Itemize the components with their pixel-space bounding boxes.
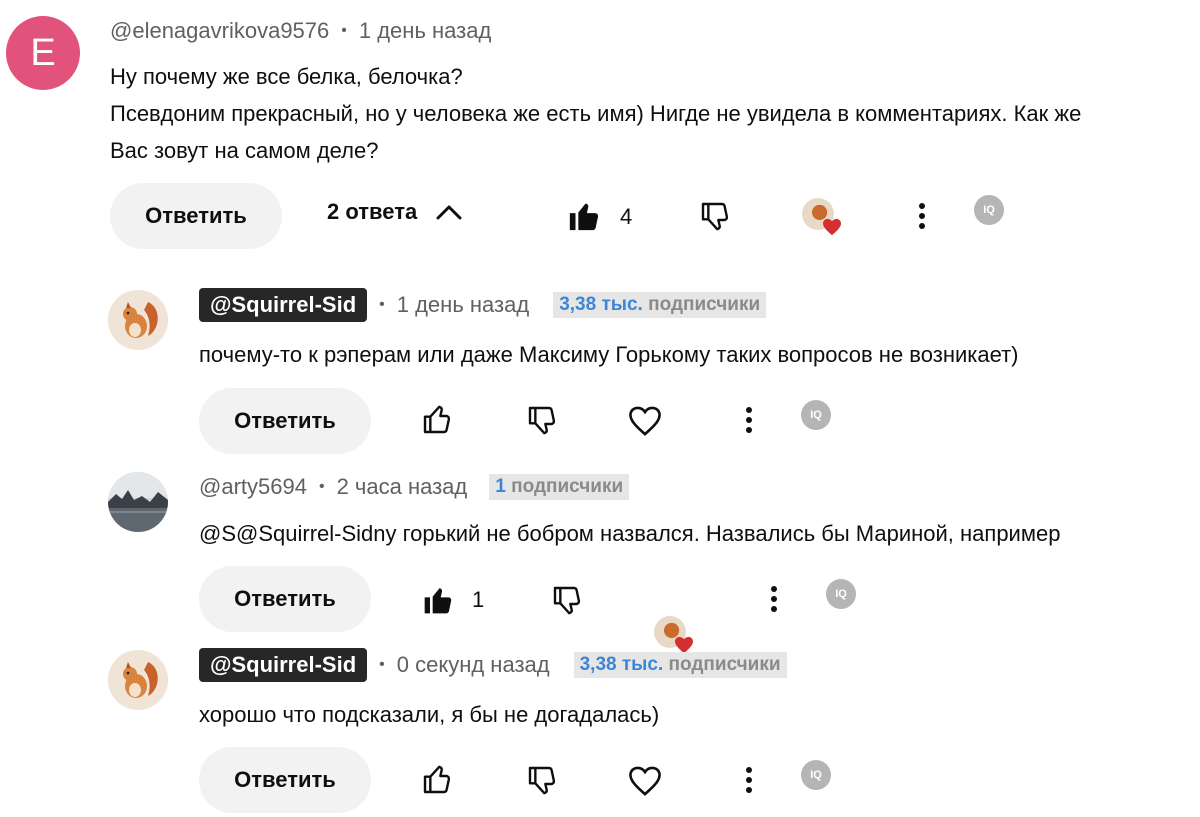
- chevron-up-icon: [435, 203, 463, 221]
- thumbs-up-outline-icon: [423, 765, 451, 794]
- author-handle-pill[interactable]: @Squirrel-Sid: [199, 288, 368, 322]
- reply-text: хорошо что подсказали, я бы не догадалас…: [199, 702, 660, 727]
- more-vert-icon: [746, 767, 752, 793]
- thumbs-up-filled-icon: [424, 588, 452, 614]
- thumbs-down-outline-icon: [528, 406, 556, 435]
- like-count: 1: [472, 587, 485, 612]
- creator-heart: [802, 198, 841, 236]
- heart-button[interactable]: [626, 403, 664, 439]
- reply-button[interactable]: Ответить: [110, 183, 282, 249]
- timestamp[interactable]: 1 день назад: [359, 18, 491, 44]
- dislike-button[interactable]: [524, 762, 560, 798]
- separator-dot: •: [379, 656, 385, 673]
- subscriber-badge: 3,38 тыс. подписчики: [573, 652, 787, 678]
- extension-iq-icon[interactable]: IQ: [974, 195, 1004, 225]
- timestamp[interactable]: 0 секунд назад: [397, 652, 550, 678]
- replies-toggle[interactable]: 2 ответа: [327, 199, 463, 225]
- comment-meta: @elenagavrikova9576 • 1 день назад: [110, 18, 491, 44]
- more-vert-icon: [919, 203, 925, 229]
- like-button[interactable]: [419, 762, 455, 798]
- subscriber-count: 3,38 тыс.: [559, 294, 643, 315]
- thumbs-down-outline-icon: [528, 766, 556, 795]
- reply-button-label: Ответить: [234, 767, 336, 792]
- more-vert-icon: [746, 407, 752, 433]
- author-handle[interactable]: @arty5694: [199, 474, 307, 500]
- timestamp[interactable]: 1 день назад: [397, 292, 529, 318]
- extension-iq-label: IQ: [810, 769, 822, 781]
- heart-button[interactable]: [626, 763, 664, 799]
- avatar[interactable]: E: [6, 16, 80, 90]
- subscriber-label: подписчики: [668, 654, 781, 675]
- thumbs-up-filled-icon: [569, 203, 599, 231]
- more-vert-icon: [771, 586, 777, 612]
- reply-button-label: Ответить: [234, 586, 336, 611]
- dislike-button[interactable]: [524, 402, 560, 438]
- author-handle[interactable]: @elenagavrikova9576: [110, 18, 329, 44]
- thumbs-up-outline-icon: [423, 405, 451, 434]
- subscriber-count: 1: [495, 476, 506, 497]
- reply-button[interactable]: Ответить: [199, 388, 371, 454]
- comment-line: Псевдоним прекрасный, но у человека же е…: [110, 101, 1082, 126]
- comment-line: Ну почему же все белка, белочка?: [110, 64, 463, 89]
- avatar-letter: E: [30, 31, 56, 74]
- more-actions-button[interactable]: [737, 764, 761, 796]
- reply-meta: @Squirrel-Sid • 1 день назад 3,38 тыс. п…: [199, 288, 767, 322]
- avatar[interactable]: [108, 650, 168, 710]
- timestamp[interactable]: 2 часа назад: [337, 474, 468, 500]
- squirrel-avatar-icon: [108, 290, 168, 350]
- heart-icon: [823, 218, 841, 236]
- subscriber-badge: 1 подписчики: [489, 474, 630, 500]
- comment-text: Ну почему же все белка, белочка? Псевдон…: [110, 58, 1081, 169]
- like-button[interactable]: [420, 582, 456, 618]
- reply-button[interactable]: Ответить: [199, 566, 371, 632]
- avatar[interactable]: [108, 290, 168, 350]
- subscriber-count: 3,38 тыс.: [579, 654, 664, 675]
- reply-button[interactable]: Ответить: [199, 747, 371, 813]
- extension-iq-icon[interactable]: IQ: [801, 760, 831, 790]
- like-button[interactable]: [419, 402, 455, 438]
- thumbs-down-outline-icon: [553, 586, 581, 615]
- like-button[interactable]: [566, 198, 602, 234]
- more-actions-button[interactable]: [910, 200, 934, 232]
- separator-dot: •: [318, 478, 325, 495]
- comment-line: Вас зовут на самом деле?: [110, 138, 379, 163]
- subscriber-label: подписчики: [648, 294, 761, 315]
- reply-button-label: Ответить: [145, 203, 247, 228]
- creator-heart: [654, 616, 693, 654]
- like-count: 4: [620, 204, 633, 229]
- dislike-button[interactable]: [549, 582, 585, 618]
- extension-iq-label: IQ: [835, 588, 847, 600]
- reply-meta: @Squirrel-Sid • 0 секунд назад 3,38 тыс.…: [199, 648, 787, 682]
- reply-meta: @arty5694 • 2 часа назад 1 подписчики: [199, 474, 630, 500]
- extension-iq-icon[interactable]: IQ: [826, 579, 856, 609]
- dislike-button[interactable]: [697, 198, 733, 234]
- extension-iq-label: IQ: [983, 204, 995, 216]
- extension-iq-label: IQ: [810, 409, 822, 421]
- extension-iq-icon[interactable]: IQ: [801, 400, 831, 430]
- replies-toggle-label: 2 ответа: [327, 199, 418, 224]
- reply-text: @S@Squirrel-Sidny горький не бобром назв…: [199, 521, 1061, 546]
- subscriber-badge: 3,38 тыс. подписчики: [553, 292, 767, 318]
- more-actions-button[interactable]: [762, 583, 786, 615]
- author-handle-pill[interactable]: @Squirrel-Sid: [199, 648, 368, 682]
- reply-button-label: Ответить: [234, 408, 336, 433]
- heart-outline-icon: [629, 406, 661, 436]
- avatar[interactable]: [108, 472, 168, 532]
- subscriber-label: подписчики: [511, 476, 624, 497]
- separator-dot: •: [341, 22, 347, 39]
- heart-outline-icon: [629, 766, 661, 796]
- squirrel-avatar-icon: [108, 650, 168, 710]
- more-actions-button[interactable]: [737, 404, 761, 436]
- thumbs-down-outline-icon: [701, 202, 729, 231]
- separator-dot: •: [379, 296, 385, 313]
- reply-text: почему-то к рэперам или даже Максиму Гор…: [199, 342, 1019, 367]
- landscape-avatar-icon: [108, 472, 168, 532]
